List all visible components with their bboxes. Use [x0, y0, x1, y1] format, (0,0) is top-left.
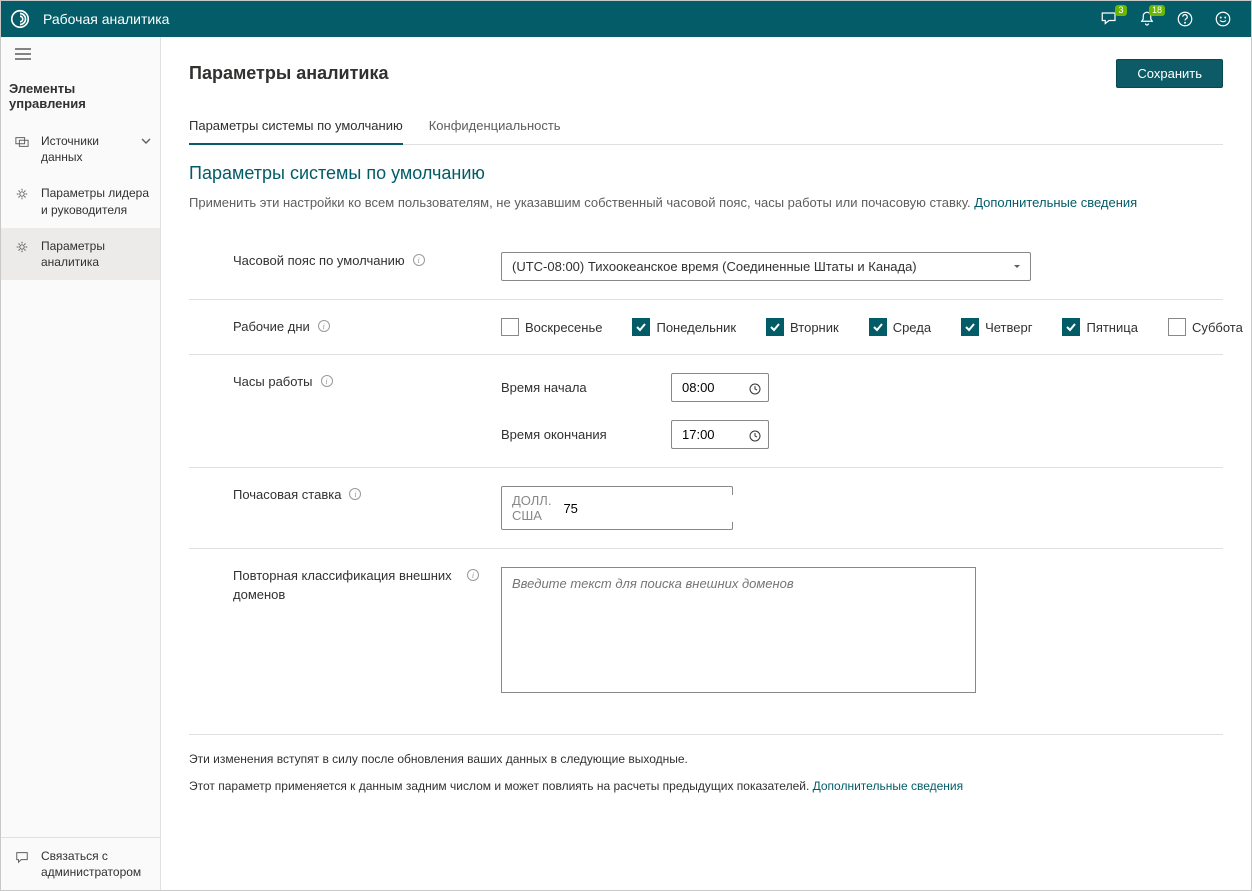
info-icon[interactable]: i	[413, 254, 425, 266]
footer-notes: Эти изменения вступят в силу после обнов…	[189, 734, 1223, 795]
row-workdays: Рабочие дни i Воскресенье Понедельник Втор…	[189, 300, 1223, 355]
sources-icon	[15, 135, 31, 152]
row-domains: Повторная классификация внешних доменов …	[189, 549, 1223, 714]
bell-icon[interactable]: 18	[1137, 9, 1157, 29]
chevron-down-icon	[140, 135, 152, 150]
checkbox-label: Понедельник	[656, 320, 736, 335]
section-title: Параметры системы по умолчанию	[189, 163, 1223, 184]
checkbox-box	[632, 318, 650, 336]
checkbox-day-1[interactable]: Понедельник	[632, 318, 736, 336]
bell-badge: 18	[1149, 5, 1165, 16]
smile-icon[interactable]	[1213, 9, 1233, 29]
help-icon[interactable]	[1175, 9, 1195, 29]
header-bar: Рабочая аналитика 3 18	[1, 1, 1251, 37]
tab-system-defaults[interactable]: Параметры системы по умолчанию	[189, 110, 403, 145]
sidebar-item-label: Источники данных	[41, 133, 130, 165]
tab-privacy[interactable]: Конфиденциальность	[429, 110, 561, 145]
end-time-label: Время окончания	[501, 427, 611, 442]
header-right: 3 18	[1099, 9, 1243, 29]
gear-icon	[15, 240, 31, 257]
save-button[interactable]: Сохранить	[1116, 59, 1223, 88]
checkbox-box	[1168, 318, 1186, 336]
chat-icon	[15, 850, 31, 867]
page-header: Параметры аналитика Сохранить	[189, 59, 1223, 88]
info-icon[interactable]: i	[321, 375, 333, 387]
sidebar-section-title: Элементы управления	[1, 73, 160, 123]
sidebar-item-label: Связаться с администратором	[41, 848, 152, 880]
info-icon[interactable]: i	[467, 569, 479, 581]
checkbox-box	[766, 318, 784, 336]
checkbox-box	[501, 318, 519, 336]
rate-label: Почасовая ставка	[233, 486, 341, 504]
checkbox-day-2[interactable]: Вторник	[766, 318, 839, 336]
footer-note-1: Эти изменения вступят в силу после обнов…	[189, 751, 1223, 768]
note2-text: Этот параметр применяется к данным задни…	[189, 779, 813, 793]
sidebar-item-label: Параметры лидера и руководителя	[41, 185, 152, 217]
rate-input-wrap[interactable]: ДОЛЛ. США	[501, 486, 733, 530]
hamburger-button[interactable]	[1, 37, 160, 73]
learn-more-link[interactable]: Дополнительные сведения	[974, 195, 1137, 210]
domains-label: Повторная классификация внешних доменов	[233, 567, 459, 603]
checkbox-label: Суббота	[1192, 320, 1243, 335]
checkbox-day-0[interactable]: Воскресенье	[501, 318, 602, 336]
tabs: Параметры системы по умолчанию Конфиденц…	[189, 110, 1223, 145]
checkbox-box	[869, 318, 887, 336]
domains-textarea[interactable]	[501, 567, 976, 693]
info-icon[interactable]: i	[349, 488, 361, 500]
checkbox-box	[961, 318, 979, 336]
sidebar: Элементы управления Источники данных Пар…	[1, 37, 161, 890]
checkbox-label: Четверг	[985, 320, 1032, 335]
learn-more-link-2[interactable]: Дополнительные сведения	[813, 779, 963, 793]
checkbox-day-4[interactable]: Четверг	[961, 318, 1032, 336]
start-time-input[interactable]	[671, 373, 769, 402]
info-icon[interactable]: i	[318, 320, 330, 332]
workhours-label: Часы работы	[233, 373, 313, 391]
workdays-label: Рабочие дни	[233, 318, 310, 336]
row-rate: Почасовая ставка i ДОЛЛ. США	[189, 468, 1223, 549]
footer-note-2: Этот параметр применяется к данным задни…	[189, 778, 1223, 795]
header-left: Рабочая аналитика	[9, 8, 169, 30]
sidebar-item-sources[interactable]: Источники данных	[1, 123, 160, 175]
row-workhours: Часы работы i Время начала	[189, 355, 1223, 468]
checkbox-day-6[interactable]: Суббота	[1168, 318, 1243, 336]
currency-label: ДОЛЛ. США	[502, 487, 561, 529]
sidebar-item-analyst-params[interactable]: Параметры аналитика	[1, 228, 160, 280]
timezone-label: Часовой пояс по умолчанию	[233, 252, 405, 270]
checkbox-box	[1062, 318, 1080, 336]
gear-icon	[15, 187, 31, 204]
page-title: Параметры аналитика	[189, 63, 389, 84]
checkbox-day-5[interactable]: Пятница	[1062, 318, 1137, 336]
feedback-badge: 3	[1115, 5, 1127, 16]
timezone-select[interactable]: (UTC-08:00) Тихоокеанское время (Соедине…	[501, 252, 1031, 281]
feedback-icon[interactable]: 3	[1099, 9, 1119, 29]
checkbox-label: Вторник	[790, 320, 839, 335]
end-time-input[interactable]	[671, 420, 769, 449]
sidebar-item-label: Параметры аналитика	[41, 238, 152, 270]
checkbox-label: Среда	[893, 320, 931, 335]
checkbox-label: Воскресенье	[525, 320, 602, 335]
checkbox-label: Пятница	[1086, 320, 1137, 335]
rate-input[interactable]	[561, 495, 749, 522]
content: Параметры аналитика Сохранить Параметры …	[161, 37, 1251, 890]
sidebar-item-leader-params[interactable]: Параметры лидера и руководителя	[1, 175, 160, 227]
app-logo-icon	[9, 8, 31, 30]
start-time-label: Время начала	[501, 380, 611, 395]
app-title: Рабочая аналитика	[43, 11, 169, 27]
row-timezone: Часовой пояс по умолчанию i (UTC-08:00) …	[189, 234, 1223, 300]
desc-text: Применить эти настройки ко всем пользова…	[189, 195, 974, 210]
checkbox-day-3[interactable]: Среда	[869, 318, 931, 336]
section-description: Применить эти настройки ко всем пользова…	[189, 194, 1223, 212]
sidebar-item-contact-admin[interactable]: Связаться с администратором	[1, 838, 160, 890]
